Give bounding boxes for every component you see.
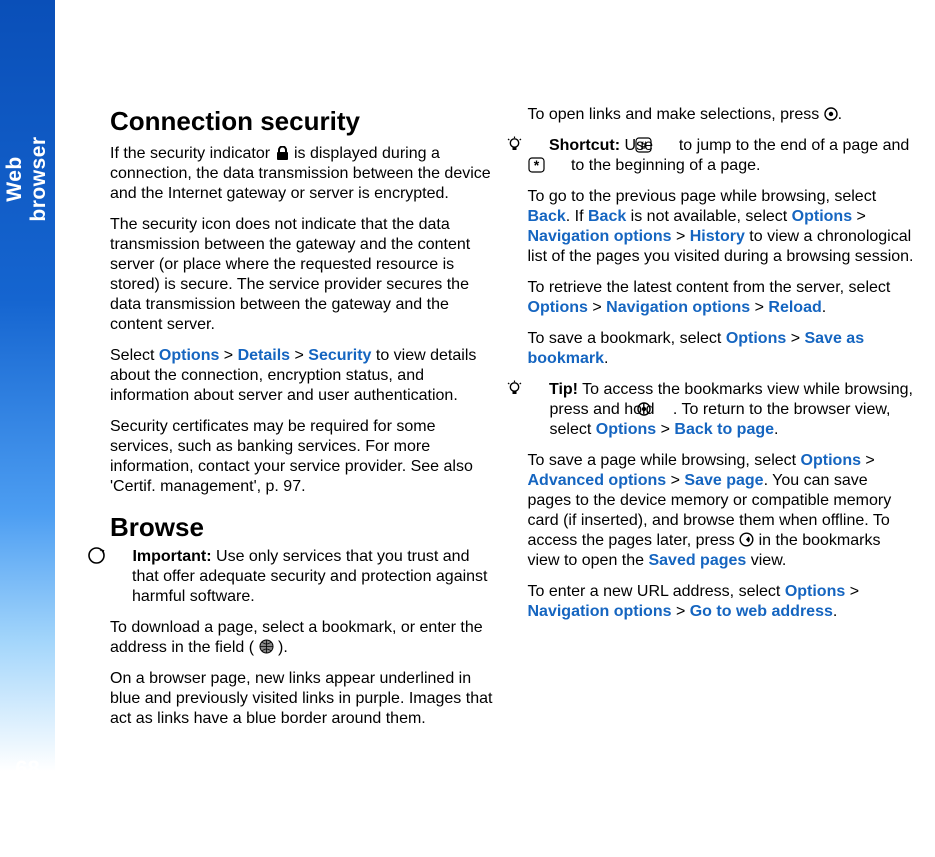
svg-text:#: # xyxy=(641,140,647,152)
lock-icon xyxy=(275,146,290,160)
link-go-to-web-address: Go to web address xyxy=(690,603,833,620)
page-content: Connection security If the security indi… xyxy=(110,105,915,745)
paragraph: To go to the previous page while browsin… xyxy=(528,187,916,267)
paragraph: To save a page while browsing, select Op… xyxy=(528,451,916,571)
select-key-icon xyxy=(824,107,838,121)
tip-icon xyxy=(528,136,545,153)
star-key-icon: * xyxy=(550,157,567,173)
link-options: Options xyxy=(528,299,588,316)
link-back-to-page: Back to page xyxy=(674,421,774,438)
tip-label: Tip! xyxy=(549,381,578,398)
page-number: 68 xyxy=(0,756,55,782)
link-navigation-options: Navigation options xyxy=(528,603,672,620)
link-options: Options xyxy=(159,347,219,364)
link-advanced-options: Advanced options xyxy=(528,472,667,489)
tip-note: Tip! To access the bookmarks view while … xyxy=(528,380,916,440)
section-label: Web browser xyxy=(3,114,51,244)
paragraph: Select Options > Details > Security to v… xyxy=(110,346,498,406)
paragraph: To open links and make selections, press… xyxy=(528,105,916,125)
link-options: Options xyxy=(785,583,845,600)
link-navigation-options: Navigation options xyxy=(606,299,750,316)
heading-connection-security: Connection security xyxy=(110,105,498,138)
important-icon xyxy=(110,547,128,564)
link-details: Details xyxy=(238,347,290,364)
paragraph: To enter a new URL address, select Optio… xyxy=(528,582,916,622)
hash-key-icon: # xyxy=(657,137,674,153)
sidebar: Web browser 68 xyxy=(0,0,55,857)
shortcut-note: Shortcut: Use # to jump to the end of a … xyxy=(528,136,916,176)
important-note: Important: Use only services that you tr… xyxy=(110,547,498,607)
paragraph: To retrieve the latest content from the … xyxy=(528,278,916,318)
paragraph: If the security indicator is displayed d… xyxy=(110,144,498,204)
svg-text:*: * xyxy=(533,157,539,173)
scroll-right-icon xyxy=(739,532,754,547)
link-saved-pages: Saved pages xyxy=(648,552,746,569)
link-navigation-options: Navigation options xyxy=(528,228,672,245)
paragraph: To save a bookmark, select Options > Sav… xyxy=(528,329,916,369)
select-key-icon xyxy=(659,402,673,416)
link-save-page: Save page xyxy=(684,472,763,489)
link-options: Options xyxy=(726,330,786,347)
tip-icon xyxy=(528,380,545,397)
link-options: Options xyxy=(596,421,656,438)
important-label: Important: xyxy=(132,548,211,565)
link-security: Security xyxy=(308,347,371,364)
link-reload: Reload xyxy=(768,299,821,316)
paragraph: On a browser page, new links appear unde… xyxy=(110,669,498,729)
globe-icon xyxy=(259,639,274,654)
paragraph: Security certificates may be required fo… xyxy=(110,417,498,497)
link-history: History xyxy=(690,228,745,245)
link-back: Back xyxy=(528,208,566,225)
paragraph: The security icon does not indicate that… xyxy=(110,215,498,335)
paragraph: To download a page, select a bookmark, o… xyxy=(110,618,498,658)
link-back: Back xyxy=(588,208,626,225)
shortcut-label: Shortcut: xyxy=(549,137,620,154)
link-options: Options xyxy=(801,452,861,469)
heading-browse: Browse xyxy=(110,511,498,544)
link-options: Options xyxy=(792,208,852,225)
